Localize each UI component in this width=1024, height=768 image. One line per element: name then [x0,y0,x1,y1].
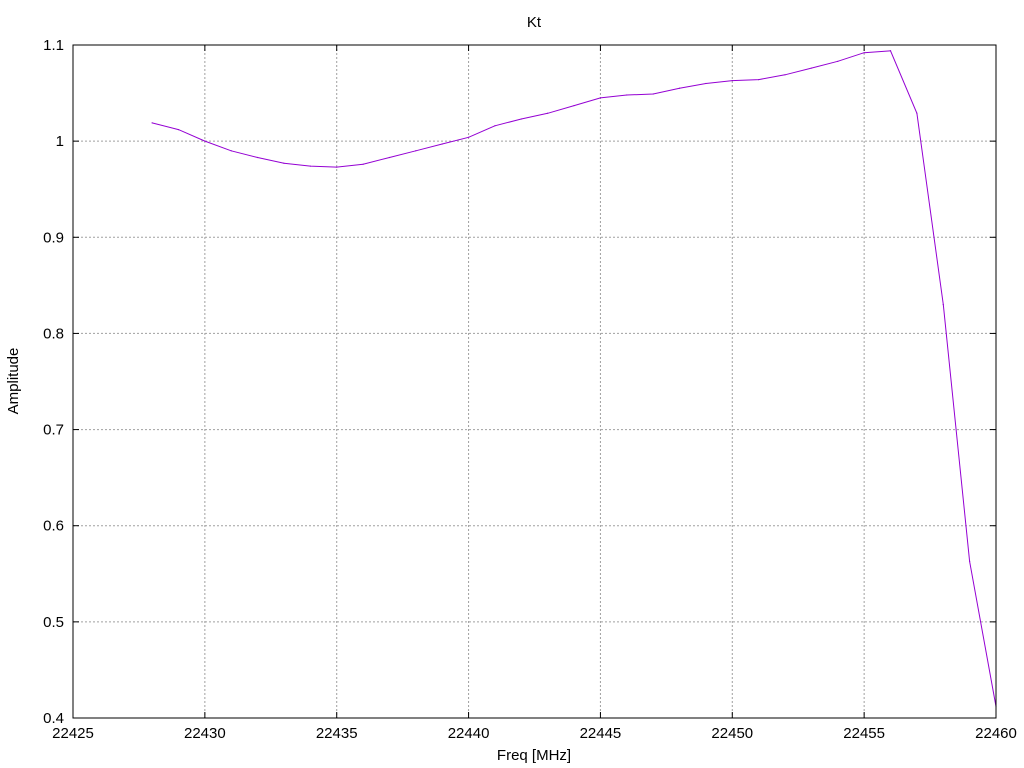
y-tick-label: 1 [56,133,64,150]
x-tick-label: 22450 [711,725,753,742]
data-point [177,129,180,131]
y-tick-label: 0.9 [43,229,64,246]
data-point [626,94,628,96]
data-point [758,79,760,81]
data-point [336,166,338,168]
y-tick-label: 1.1 [43,37,64,54]
data-point [520,118,522,120]
data-point [969,560,971,562]
data-point [362,163,364,165]
data-point [230,150,232,152]
data-point [494,125,496,127]
data-point [257,156,259,159]
data-point [942,303,944,306]
x-tick-label: 22455 [843,725,885,742]
y-tick-label: 0.7 [43,422,64,439]
data-point [784,74,786,76]
x-tick-label: 22425 [52,725,94,742]
data-point [599,97,602,99]
data-point [151,122,153,124]
y-tick-label: 0.4 [43,710,64,727]
line-chart: 22425 22430 22435 22440 22445 22450 22455 22460… [5,14,1017,764]
data-point [916,112,918,114]
data-point [309,165,311,167]
data-point [810,67,813,69]
series-group [151,50,997,708]
data-point [441,143,443,145]
y-axis-label: Amplitude [5,348,22,415]
data-point [837,60,839,62]
y-tick-label: 0.8 [43,325,64,342]
y-tick-label: 0.6 [43,518,64,535]
data-point [204,140,206,142]
axis-ticks [72,44,997,719]
data-point [283,162,285,164]
data-point [467,136,470,138]
grid-lines [73,45,996,718]
x-tick-label: 22460 [975,725,1017,742]
data-point [705,82,707,85]
data-point [388,156,391,159]
data-point [889,50,892,52]
chart-title: Kt [527,14,542,31]
x-tick-label: 22440 [448,725,490,742]
data-point [415,150,417,152]
x-tick-label: 22435 [316,725,358,742]
data-point [731,79,733,82]
data-point [547,112,549,114]
x-tick-label: 22445 [580,725,622,742]
series-line [151,50,997,707]
plot-frame [72,44,997,719]
data-point [678,87,681,89]
data-point [652,93,654,95]
data-point [573,104,575,107]
data-point [863,52,865,54]
x-axis-label: Freq [MHz] [497,747,571,764]
x-tick-label: 22430 [184,725,226,742]
y-tick-label: 0.5 [43,614,64,631]
tick-labels: 22425 22430 22435 22440 22445 22450 22455 22460… [43,37,1017,742]
